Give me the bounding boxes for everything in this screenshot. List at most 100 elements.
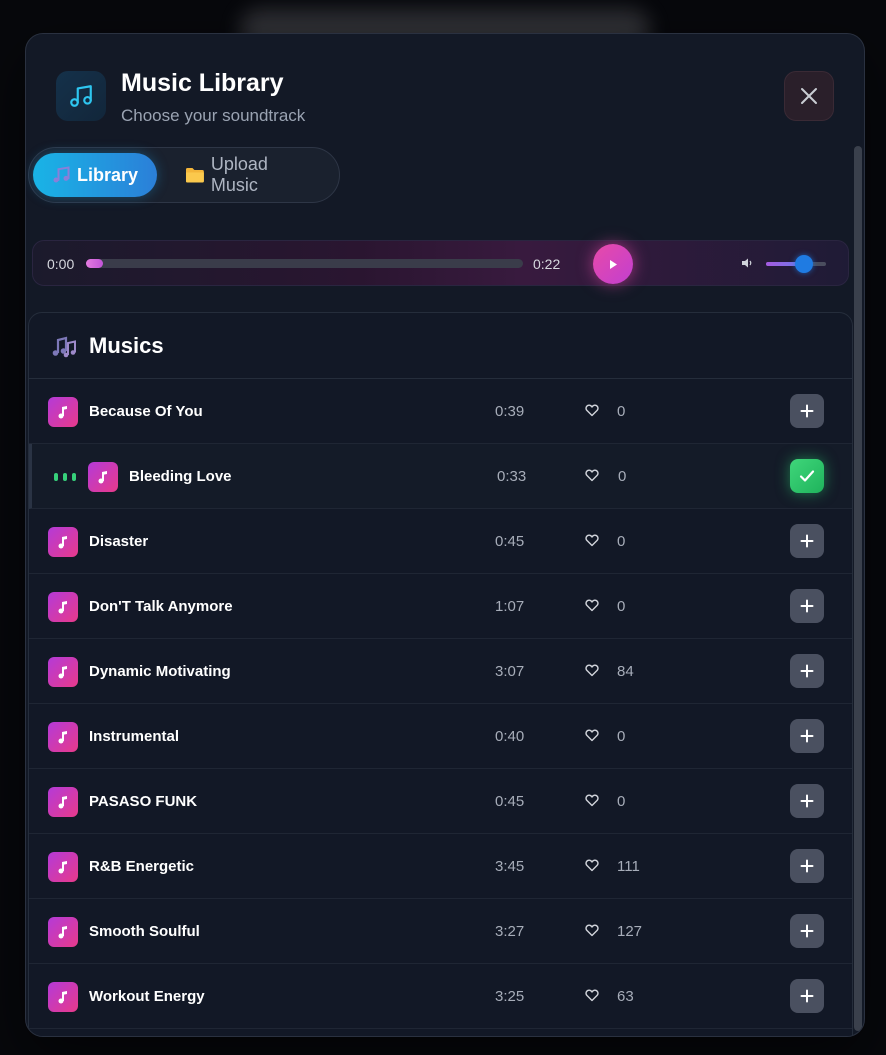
modal-subtitle: Choose your soundtrack xyxy=(121,106,306,125)
tab-upload-music[interactable]: Upload Music xyxy=(167,153,337,197)
add-track-button[interactable] xyxy=(790,849,824,883)
track-row[interactable]: R&B Energetic 3:45 111 xyxy=(29,834,852,899)
track-row[interactable]: Disaster 0:45 0 xyxy=(29,509,852,574)
track-row[interactable]: Don'T Talk Anymore 1:07 0 xyxy=(29,574,852,639)
track-row[interactable]: Smooth Soulful 3:27 127 xyxy=(29,899,852,964)
track-duration: 3:25 xyxy=(495,988,525,1005)
track-row[interactable]: Dynamic Motivating 3:07 84 xyxy=(29,639,852,704)
track-name: Instrumental xyxy=(89,728,180,745)
track-row[interactable]: Bleeding Love 0:33 0 xyxy=(29,444,852,509)
track-likes: 0 xyxy=(617,598,626,615)
volume-slider[interactable] xyxy=(766,255,826,273)
track-duration: 0:45 xyxy=(495,793,525,810)
plus-icon xyxy=(800,989,814,1003)
audio-player: 0:00 0:22 xyxy=(32,240,849,286)
plus-icon xyxy=(800,404,814,418)
add-track-button[interactable] xyxy=(790,524,824,558)
track-name: PASASO FUNK xyxy=(89,793,198,810)
track-likes: 0 xyxy=(617,728,626,745)
music-note-icon xyxy=(48,852,78,882)
plus-icon xyxy=(800,729,814,743)
add-track-button[interactable] xyxy=(790,979,824,1013)
music-note-icon xyxy=(56,71,106,121)
track-likes: 111 xyxy=(617,858,640,875)
music-note-icon xyxy=(48,527,78,557)
heart-icon[interactable] xyxy=(585,664,599,677)
track-likes: 0 xyxy=(617,793,626,810)
track-row[interactable]: Because Of You 0:39 0 xyxy=(29,379,852,444)
plus-icon xyxy=(800,534,814,548)
music-list-panel: Musics Because Of You 0:39 0 Bleeding Lo… xyxy=(28,312,853,1036)
add-track-button[interactable] xyxy=(790,784,824,818)
track-list: Because Of You 0:39 0 Bleeding Love 0:33… xyxy=(29,379,852,1029)
volume-icon[interactable] xyxy=(741,257,753,269)
track-name: Disaster xyxy=(89,533,149,550)
plus-icon xyxy=(800,664,814,678)
heart-icon[interactable] xyxy=(585,469,599,482)
plus-icon xyxy=(800,599,814,613)
tab-library[interactable]: Library xyxy=(33,153,157,197)
modal-title: Music Library xyxy=(121,69,284,97)
track-duration: 3:27 xyxy=(495,923,525,940)
scrollbar[interactable] xyxy=(854,146,862,1031)
track-likes: 127 xyxy=(617,923,643,940)
track-name: Smooth Soulful xyxy=(89,923,200,940)
track-duration: 3:45 xyxy=(495,858,525,875)
track-likes: 63 xyxy=(617,988,634,1005)
music-notes-icon xyxy=(53,166,70,183)
heart-icon[interactable] xyxy=(585,599,599,612)
music-library-modal: Music Library Choose your soundtrack Lib… xyxy=(25,33,865,1037)
track-name: Dynamic Motivating xyxy=(89,663,231,680)
volume-knob[interactable] xyxy=(794,255,813,273)
track-name: Because Of You xyxy=(89,403,203,420)
panel-header: Musics xyxy=(29,313,852,379)
add-track-button[interactable] xyxy=(790,394,824,428)
music-note-icon xyxy=(48,397,78,427)
heart-icon[interactable] xyxy=(585,794,599,807)
music-note-icon xyxy=(48,657,78,687)
tab-upload-label: Upload Music xyxy=(210,154,268,195)
music-note-icon xyxy=(48,592,78,622)
track-duration: 3:07 xyxy=(495,663,525,680)
track-duration: 1:07 xyxy=(495,598,525,615)
add-track-button[interactable] xyxy=(790,719,824,753)
heart-icon[interactable] xyxy=(585,859,599,872)
add-track-button[interactable] xyxy=(790,654,824,688)
heart-icon[interactable] xyxy=(585,924,599,937)
music-note-icon xyxy=(88,462,118,492)
track-name: Workout Energy xyxy=(89,988,205,1005)
track-duration: 0:45 xyxy=(495,533,525,550)
total-time: 0:22 xyxy=(533,256,561,272)
track-row[interactable]: Instrumental 0:40 0 xyxy=(29,704,852,769)
heart-icon[interactable] xyxy=(585,534,599,547)
add-track-button[interactable] xyxy=(790,589,824,623)
plus-icon xyxy=(800,794,814,808)
panel-title: Musics xyxy=(89,333,164,358)
close-icon xyxy=(801,88,817,104)
track-row[interactable]: PASASO FUNK 0:45 0 xyxy=(29,769,852,834)
tab-bar: Library Upload Music xyxy=(28,147,340,203)
progress-bar[interactable] xyxy=(86,259,523,268)
music-note-icon xyxy=(48,722,78,752)
current-time: 0:00 xyxy=(47,256,75,272)
add-track-button[interactable] xyxy=(790,914,824,948)
tab-library-label: Library xyxy=(77,164,139,185)
play-button[interactable] xyxy=(593,244,633,284)
music-note-icon xyxy=(48,917,78,947)
track-row[interactable]: Workout Energy 3:25 63 xyxy=(29,964,852,1029)
selected-track-button[interactable] xyxy=(790,459,824,493)
heart-icon[interactable] xyxy=(585,404,599,417)
track-name: Don'T Talk Anymore xyxy=(89,598,233,615)
music-note-icon xyxy=(48,787,78,817)
music-note-icon xyxy=(48,982,78,1012)
heart-icon[interactable] xyxy=(585,989,599,1002)
heart-icon[interactable] xyxy=(585,729,599,742)
track-duration: 0:40 xyxy=(495,728,525,745)
track-likes: 0 xyxy=(617,533,626,550)
track-duration: 0:39 xyxy=(495,403,525,420)
close-button[interactable] xyxy=(784,71,834,121)
track-likes: 84 xyxy=(617,663,634,680)
play-icon xyxy=(610,259,617,269)
music-notes-icon xyxy=(52,336,76,358)
folder-icon xyxy=(185,168,204,183)
